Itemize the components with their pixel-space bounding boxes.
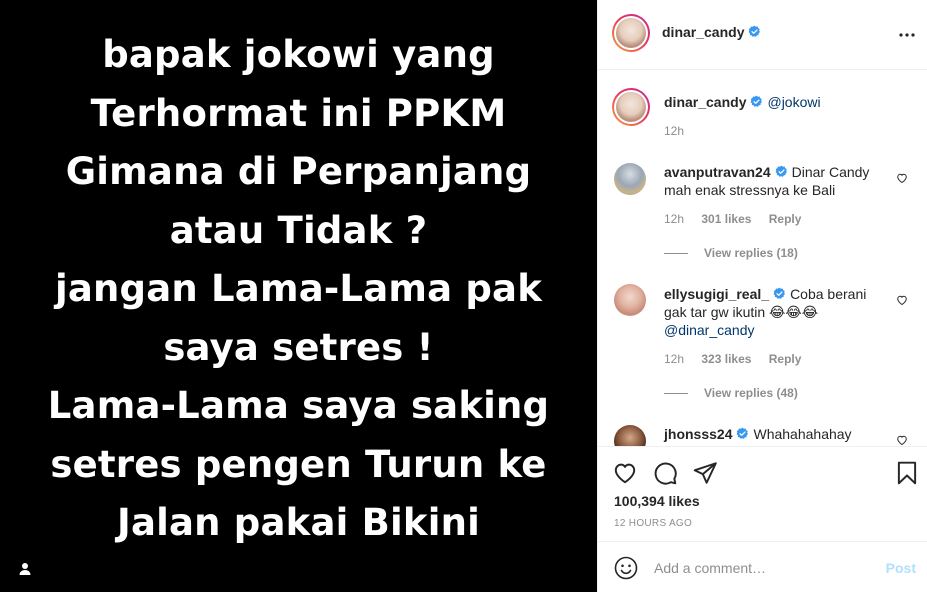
comment-meta: 12h 301 likes Reply bbox=[664, 212, 815, 226]
commenter-avatar[interactable] bbox=[614, 163, 646, 195]
view-replies-button[interactable]: View replies (48) bbox=[664, 386, 798, 400]
image-text-line: Gimana di Perpanjang bbox=[65, 150, 532, 193]
share-icon[interactable] bbox=[692, 460, 718, 486]
add-comment-bar: Post bbox=[598, 541, 927, 592]
comment-body: Whahahahahay bbox=[753, 426, 852, 442]
post-sidebar: dinar_candy dinar_candy @jokowi 12h avan… bbox=[597, 0, 927, 592]
likes-count[interactable]: 100,394 likes bbox=[614, 493, 700, 509]
caption-meta: 12h bbox=[664, 124, 698, 138]
view-replies-label[interactable]: View replies (18) bbox=[704, 246, 798, 260]
post-timestamp[interactable]: 12 HOURS AGO bbox=[614, 518, 692, 529]
verified-badge-icon bbox=[737, 427, 749, 439]
comment-time: 12h bbox=[664, 352, 685, 366]
image-text-line: Lama-Lama saya saking bbox=[47, 384, 550, 427]
comment-likes[interactable]: 301 likes bbox=[701, 212, 751, 226]
post-image-text: bapak jokowi yang Terhormat ini PPKM Gim… bbox=[0, 26, 597, 553]
image-text-line: bapak jokowi yang bbox=[102, 33, 495, 76]
comment-text: avanputravan24 Dinar Candy mah enak stres… bbox=[664, 163, 884, 199]
image-text-line: setres pengen Turun ke bbox=[50, 442, 547, 486]
divider bbox=[664, 392, 688, 394]
post-actions: 100,394 likes 12 HOURS AGO bbox=[598, 446, 927, 541]
comment-input[interactable] bbox=[654, 556, 874, 580]
view-replies-label[interactable]: View replies (48) bbox=[704, 386, 798, 400]
reply-button[interactable]: Reply bbox=[769, 212, 802, 226]
comment-like-heart-icon[interactable] bbox=[896, 294, 908, 306]
author-username-text[interactable]: dinar_candy bbox=[662, 24, 744, 40]
emoji-icon[interactable] bbox=[614, 556, 638, 580]
verified-badge-icon bbox=[773, 287, 786, 299]
comments-list[interactable]: dinar_candy @jokowi 12h avanputravan24 Din… bbox=[598, 70, 927, 446]
verified-badge-icon bbox=[749, 25, 761, 37]
author-username[interactable]: dinar_candy bbox=[662, 24, 761, 40]
author-avatar[interactable] bbox=[612, 14, 650, 52]
post-comment-button[interactable]: Post bbox=[886, 560, 916, 576]
comment-meta: 12h 323 likes Reply bbox=[664, 352, 815, 366]
comment-username[interactable]: avanputravan24 bbox=[664, 164, 771, 180]
comment-time: 12h bbox=[664, 212, 685, 226]
caption-username[interactable]: dinar_candy bbox=[664, 94, 746, 110]
comment-icon[interactable] bbox=[652, 460, 678, 486]
instagram-post: bapak jokowi yang Terhormat ini PPKM Gim… bbox=[0, 0, 927, 592]
caption-avatar[interactable] bbox=[612, 88, 650, 126]
post-header: dinar_candy bbox=[598, 0, 927, 70]
heart-icon[interactable] bbox=[612, 460, 638, 486]
commenter-avatar[interactable] bbox=[614, 284, 646, 316]
image-text-line: atau Tidak ? bbox=[169, 208, 428, 252]
reply-button[interactable]: Reply bbox=[769, 352, 802, 366]
verified-badge-icon bbox=[751, 95, 763, 107]
image-text-line: Jalan pakai Bikini bbox=[117, 501, 480, 544]
image-text-line: jangan Lama-Lama pak bbox=[54, 267, 543, 310]
image-text-line: saya setres ! bbox=[163, 325, 434, 369]
comment-mention[interactable]: @dinar_candy bbox=[664, 322, 755, 338]
caption-time: 12h bbox=[664, 124, 685, 138]
comment-text: jhonsss24 Whahahahahay bbox=[664, 425, 884, 443]
caption-text: dinar_candy @jokowi bbox=[664, 93, 884, 111]
divider bbox=[664, 252, 688, 254]
comment-like-heart-icon[interactable] bbox=[896, 434, 908, 446]
verified-badge-icon bbox=[775, 165, 787, 177]
image-text-line: Terhormat ini PPKM bbox=[90, 91, 507, 135]
comment-text: ellysugigi_real_ Coba berani gak tar gw i… bbox=[664, 285, 884, 339]
comment-username[interactable]: jhonsss24 bbox=[664, 426, 732, 442]
caption-mention[interactable]: @jokowi bbox=[767, 94, 820, 110]
post-image[interactable]: bapak jokowi yang Terhormat ini PPKM Gim… bbox=[0, 0, 597, 592]
person-tag-icon[interactable] bbox=[17, 561, 33, 577]
comment-likes[interactable]: 323 likes bbox=[701, 352, 751, 366]
commenter-avatar[interactable] bbox=[614, 425, 646, 446]
comment-like-heart-icon[interactable] bbox=[896, 172, 908, 184]
comment-username[interactable]: ellysugigi_real_ bbox=[664, 286, 769, 302]
bookmark-icon[interactable] bbox=[894, 460, 920, 486]
more-options-icon[interactable] bbox=[898, 26, 916, 44]
view-replies-button[interactable]: View replies (18) bbox=[664, 246, 798, 260]
